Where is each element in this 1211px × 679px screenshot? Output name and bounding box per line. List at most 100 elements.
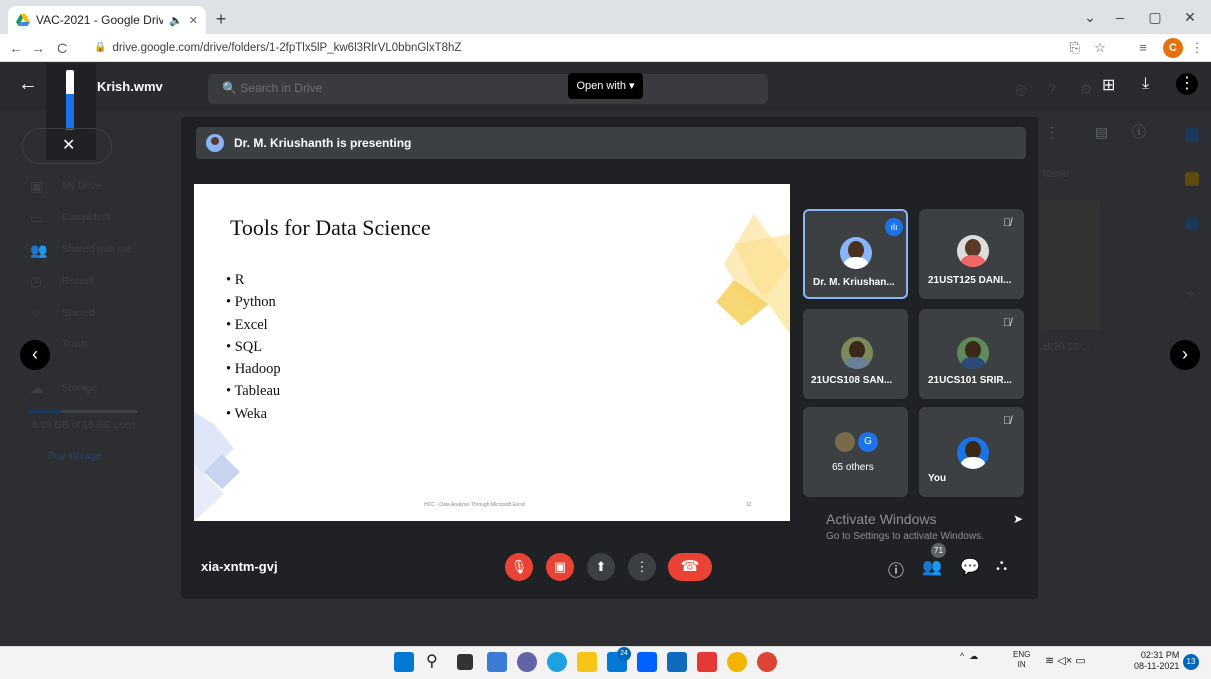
participant-tile-self[interactable]: 🎙̸ You bbox=[919, 407, 1024, 497]
storage-bar bbox=[28, 410, 138, 413]
sidebar-item-trash: Trash bbox=[62, 339, 88, 350]
language-indicator[interactable]: ENG IN bbox=[1013, 650, 1030, 670]
tab-search-icon[interactable]: ⌄ bbox=[1075, 6, 1105, 28]
audio-icon[interactable]: 🔈 bbox=[169, 14, 183, 27]
slide-bullet: Hadoop bbox=[226, 361, 281, 383]
reload-icon[interactable]: C bbox=[52, 38, 72, 58]
sort-label: Name bbox=[1042, 169, 1069, 180]
task-view-icon[interactable] bbox=[457, 654, 473, 670]
slide-bullet: SQL bbox=[226, 339, 281, 361]
profile-avatar[interactable]: C bbox=[1163, 38, 1183, 58]
next-file-button[interactable]: › bbox=[1170, 340, 1200, 370]
dropbox-icon[interactable] bbox=[637, 652, 657, 672]
date-label: 08-11-2021 bbox=[1134, 661, 1180, 671]
participant-avatar bbox=[957, 337, 989, 369]
drive-search-input[interactable]: 🔍 Search in Drive bbox=[208, 74, 768, 104]
file-partial-name: al(20-10-... bbox=[1042, 342, 1091, 353]
app-icon[interactable] bbox=[667, 652, 687, 672]
starred-icon: ☆ bbox=[30, 305, 43, 321]
viewer-back-icon[interactable]: ← bbox=[18, 73, 38, 96]
tab-title: VAC-2021 - Google Drive bbox=[36, 13, 164, 27]
people-icon[interactable]: 👥 bbox=[922, 557, 942, 577]
recent-icon: ◷ bbox=[30, 273, 43, 289]
edge-icon[interactable] bbox=[547, 652, 567, 672]
slide-bullet: Excel bbox=[226, 317, 281, 339]
participant-tile[interactable]: G 65 others bbox=[803, 407, 908, 497]
teams-icon[interactable] bbox=[517, 652, 537, 672]
search-placeholder: Search in Drive bbox=[240, 81, 323, 95]
system-tray[interactable]: ^ ☁ bbox=[960, 651, 983, 662]
camera-off-button[interactable]: ▣ bbox=[546, 553, 574, 581]
storage-used: 6.69 GB of 15 GB used bbox=[32, 420, 136, 431]
bookmark-star-icon[interactable]: ☆ bbox=[1090, 38, 1110, 58]
cloud-icon: ☁ bbox=[30, 380, 44, 396]
start-icon[interactable] bbox=[394, 652, 414, 672]
participant-name: 21UCS101 SRIR... bbox=[928, 375, 1012, 386]
close-tab-icon[interactable]: ✕ bbox=[189, 14, 198, 27]
close-window-button[interactable]: ✕ bbox=[1175, 6, 1205, 28]
install-icon[interactable]: ⎘ bbox=[1065, 38, 1085, 58]
download-icon[interactable]: ⤓ bbox=[1142, 75, 1149, 93]
open-with-label: Open with bbox=[576, 80, 626, 92]
presenting-banner: Dr. M. Kriushanth is presenting bbox=[196, 127, 1026, 159]
slide-bullet: Python bbox=[226, 294, 281, 316]
google-drive-icon bbox=[16, 14, 30, 26]
clock[interactable]: 02:31 PM 08-11-2021 bbox=[1134, 650, 1179, 672]
minimize-button[interactable]: – bbox=[1105, 6, 1135, 28]
tasks-icon bbox=[1185, 217, 1199, 231]
participant-tile[interactable]: ılı Dr. M. Kriushan... bbox=[803, 209, 908, 299]
slide-bullets: R Python Excel SQL Hadoop Tableau Weka bbox=[226, 272, 281, 428]
slide-title: Tools for Data Science bbox=[230, 215, 431, 240]
language-label: ENG bbox=[1013, 650, 1031, 659]
time-label: 02:31 PM bbox=[1140, 650, 1180, 660]
present-button[interactable]: ⬆ bbox=[587, 553, 615, 581]
mic-off-icon: 🎙̸ bbox=[1003, 217, 1012, 229]
grid-view-icon: ▤ bbox=[1095, 124, 1109, 140]
new-button bbox=[22, 128, 112, 164]
computers-icon: ▭ bbox=[30, 210, 44, 226]
forward-icon[interactable]: → bbox=[28, 38, 48, 58]
file-explorer-icon[interactable] bbox=[577, 652, 597, 672]
previous-file-button[interactable]: ‹ bbox=[20, 340, 50, 370]
participant-avatar bbox=[840, 237, 872, 269]
shared-icon: 👥 bbox=[30, 242, 48, 258]
leave-call-button[interactable]: ☎ bbox=[668, 553, 712, 581]
mic-off-icon: 🎙̸ bbox=[1003, 415, 1012, 427]
wps-icon[interactable] bbox=[697, 652, 717, 672]
participant-tile[interactable]: 🎙̸ 21UST125 DANI... bbox=[919, 209, 1024, 299]
add-to-drive-icon[interactable]: ⊞ bbox=[1102, 75, 1115, 95]
participant-tile[interactable]: 🎙̸ 21UCS101 SRIR... bbox=[919, 309, 1024, 399]
maximize-button[interactable]: ▢ bbox=[1140, 6, 1170, 28]
chrome-icon[interactable] bbox=[727, 652, 747, 672]
volume-fill bbox=[66, 94, 74, 130]
participant-name: You bbox=[928, 473, 947, 484]
activities-icon[interactable]: ⛬ bbox=[996, 557, 1007, 575]
slide-number: 12 bbox=[746, 502, 752, 508]
wifi-volume-battery-icons[interactable]: ≋ ◁× ▭ bbox=[1045, 654, 1086, 667]
widgets-icon[interactable] bbox=[487, 652, 507, 672]
presenting-text: Dr. M. Kriushanth is presenting bbox=[234, 136, 412, 150]
notification-badge[interactable]: 13 bbox=[1183, 654, 1199, 670]
search-icon[interactable]: ⚲ bbox=[426, 651, 438, 671]
participant-avatar bbox=[957, 235, 989, 267]
open-with-button[interactable]: Open with ▾ bbox=[568, 73, 643, 99]
participant-name: 21UST125 DANI... bbox=[928, 275, 1012, 286]
presenter-avatar bbox=[206, 134, 224, 152]
browser-tab[interactable]: VAC-2021 - Google Drive 🔈 ✕ bbox=[8, 6, 206, 34]
meeting-info-icon[interactable]: ⓘ bbox=[888, 557, 904, 581]
participant-name: Dr. M. Kriushan... bbox=[813, 277, 895, 288]
region-label: IN bbox=[1017, 660, 1026, 669]
participant-tile[interactable]: 21UCS108 SAN... bbox=[803, 309, 908, 399]
volume-slider[interactable] bbox=[66, 70, 74, 130]
chat-icon[interactable]: 💬 bbox=[960, 557, 980, 577]
reading-list-icon[interactable]: ≡ bbox=[1133, 38, 1153, 58]
mic-off-button[interactable]: 🎙 bbox=[505, 553, 533, 581]
more-options-button[interactable]: ⋮ bbox=[628, 553, 656, 581]
more-options-icon[interactable]: ⋮ bbox=[1176, 73, 1198, 95]
new-tab-button[interactable]: + bbox=[210, 8, 232, 30]
chrome-profile-icon[interactable] bbox=[757, 652, 777, 672]
slide-bullet: R bbox=[226, 272, 281, 294]
url-field[interactable]: 🔒 drive.google.com/drive/folders/1-2fpTl… bbox=[94, 37, 1094, 59]
chrome-menu-icon[interactable]: ⋮ bbox=[1187, 38, 1207, 58]
back-icon[interactable]: ← bbox=[6, 38, 26, 58]
